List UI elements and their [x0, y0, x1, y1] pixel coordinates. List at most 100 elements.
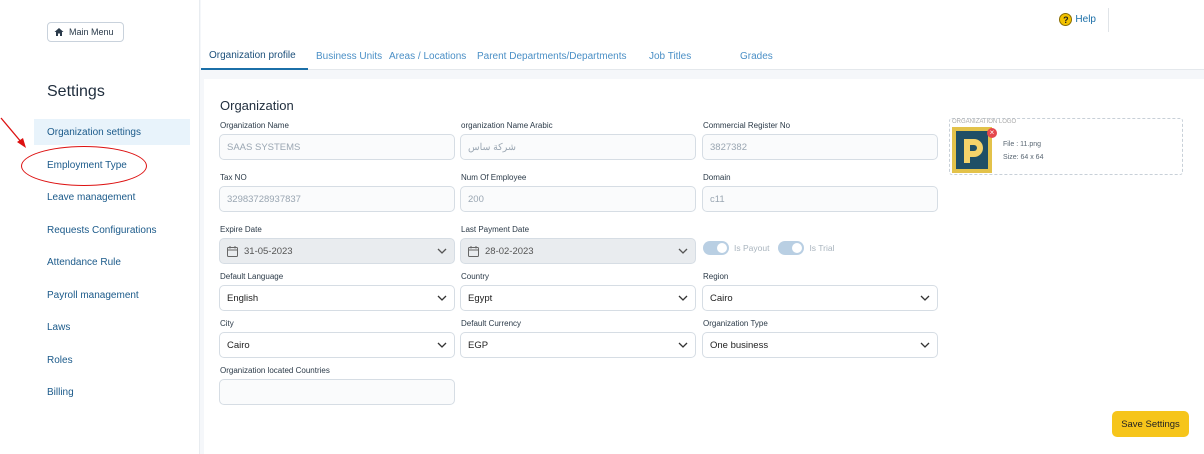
- sidebar-item-leave-management[interactable]: Leave management: [34, 184, 190, 210]
- selected-value: Cairo: [710, 292, 733, 304]
- is-trial-toggle[interactable]: [778, 241, 805, 255]
- country-label: Country: [461, 272, 490, 281]
- org-name-arabic-label: organization Name Arabic: [461, 121, 553, 130]
- region-label: Region: [703, 272, 729, 281]
- region-select[interactable]: Cairo: [702, 285, 938, 311]
- logo-file-size: Size: 64 x 64: [1003, 154, 1044, 161]
- last-payment-value: 28-02-2023: [485, 245, 534, 257]
- tab-areas-locations[interactable]: Areas / Locations: [389, 42, 477, 70]
- org-name-label: Organization Name: [220, 121, 289, 130]
- tax-no-label: Tax NO: [220, 173, 247, 182]
- help-link[interactable]: ? Help: [1059, 13, 1096, 26]
- logo-file-name: File : 11.png: [1003, 141, 1042, 148]
- calendar-icon: [227, 245, 238, 257]
- logo-image: [956, 131, 988, 169]
- chevron-down-icon: [678, 295, 688, 301]
- selected-value: One business: [710, 339, 769, 351]
- sidebar-item-roles[interactable]: Roles: [34, 347, 190, 373]
- tab-business-units[interactable]: Business Units: [308, 42, 389, 70]
- remove-logo-button[interactable]: ×: [987, 128, 997, 138]
- sidebar-item-label: Leave management: [47, 191, 136, 203]
- chevron-down-icon: [437, 248, 447, 254]
- tab-bar: Organization profile Business Units Area…: [201, 42, 800, 70]
- chevron-down-icon: [437, 295, 447, 301]
- selected-value: English: [227, 292, 259, 304]
- org-type-label: Organization Type: [703, 319, 768, 328]
- sidebar-item-label: Organization settings: [47, 126, 141, 138]
- chevron-down-icon: [678, 248, 688, 254]
- sidebar-item-label: Requests Configurations: [47, 224, 157, 236]
- is-payout-toggle[interactable]: [703, 241, 729, 255]
- sidebar-item-requests-configurations[interactable]: Requests Configurations: [34, 217, 190, 243]
- expire-date-label: Expire Date: [220, 225, 262, 234]
- logo-upload-box[interactable]: ORGANIZATION LOGO × File : 11.png Size: …: [949, 118, 1183, 175]
- city-select[interactable]: Cairo: [219, 332, 455, 358]
- tab-job-titles[interactable]: Job Titles: [649, 42, 740, 70]
- tab-departments[interactable]: Parent Departments/Departments: [477, 42, 649, 70]
- expire-date-value: 31-05-2023: [244, 245, 293, 257]
- currency-label: Default Currency: [461, 319, 522, 328]
- tax-no-input[interactable]: 32983728937837: [219, 186, 455, 212]
- toggle-group: Is Payout Is Trial: [703, 241, 834, 255]
- placeholder: 32983728937837: [227, 193, 301, 205]
- org-type-select[interactable]: One business: [702, 332, 938, 358]
- tab-label: Business Units: [316, 50, 383, 62]
- tab-grades[interactable]: Grades: [740, 42, 800, 70]
- sidebar-item-payroll-management[interactable]: Payroll management: [34, 282, 190, 308]
- help-icon: ?: [1059, 13, 1073, 26]
- currency-select[interactable]: EGP: [460, 332, 696, 358]
- logo-thumbnail: [952, 127, 992, 173]
- last-payment-input[interactable]: 28-02-2023: [460, 238, 696, 264]
- placeholder: c11: [710, 193, 725, 205]
- tab-label: Grades: [740, 50, 773, 62]
- chevron-down-icon: [920, 295, 930, 301]
- tab-organization-profile[interactable]: Organization profile: [201, 42, 308, 70]
- last-payment-label: Last Payment Date: [461, 225, 530, 234]
- tab-label: Organization profile: [209, 49, 296, 61]
- sidebar-item-laws[interactable]: Laws: [34, 314, 190, 340]
- is-trial-label: Is Trial: [809, 243, 835, 253]
- commercial-register-label: Commercial Register No: [703, 121, 791, 130]
- help-label: Help: [1075, 14, 1096, 25]
- logo-label: ORGANIZATION LOGO: [952, 119, 1017, 125]
- sidebar-item-organization-settings[interactable]: Organization settings: [34, 119, 190, 145]
- country-select[interactable]: Egypt: [460, 285, 696, 311]
- sidebar-item-attendance-rule[interactable]: Attendance Rule: [34, 249, 190, 275]
- city-label: City: [220, 319, 234, 328]
- located-countries-label: Organization located Countries: [220, 366, 330, 375]
- save-settings-button[interactable]: Save Settings: [1112, 411, 1189, 437]
- chevron-down-icon: [678, 342, 688, 348]
- is-payout-label: Is Payout: [734, 243, 770, 253]
- domain-label: Domain: [703, 173, 731, 182]
- org-name-arabic-input[interactable]: شركة ساس: [460, 134, 696, 160]
- sidebar-item-label: Roles: [47, 354, 73, 366]
- default-language-label: Default Language: [220, 272, 284, 281]
- sidebar-item-label: Billing: [47, 386, 74, 398]
- sidebar: Main Menu Settings Organization settings…: [0, 0, 200, 454]
- selected-value: Egypt: [468, 292, 493, 304]
- num-employee-label: Num Of Employee: [461, 173, 527, 182]
- selected-value: Cairo: [227, 339, 250, 351]
- org-name-input[interactable]: SAAS SYSTEMS: [219, 134, 455, 160]
- main-menu-button[interactable]: Main Menu: [47, 22, 124, 42]
- settings-title: Settings: [47, 83, 105, 100]
- save-label: Save Settings: [1121, 418, 1180, 430]
- located-countries-input[interactable]: [219, 379, 455, 405]
- default-language-select[interactable]: English: [219, 285, 455, 311]
- main-menu-label: Main Menu: [69, 27, 114, 37]
- annotation-arrow: [0, 117, 26, 148]
- selected-value: EGP: [468, 339, 489, 351]
- num-employee-input[interactable]: 200: [460, 186, 696, 212]
- calendar-icon: [468, 245, 479, 257]
- logo-mark: [964, 139, 983, 163]
- domain-input[interactable]: c11: [702, 186, 938, 212]
- home-icon: [54, 28, 64, 36]
- tab-label: Parent Departments/Departments: [477, 50, 627, 62]
- placeholder: 3827382: [710, 141, 747, 153]
- annotation-ellipse: [21, 146, 147, 186]
- sidebar-item-label: Laws: [47, 321, 71, 333]
- top-bar: ? Help Organization profile Business Uni…: [201, 0, 1204, 70]
- commercial-register-input[interactable]: 3827382: [702, 134, 938, 160]
- expire-date-input[interactable]: 31-05-2023: [219, 238, 455, 264]
- sidebar-item-billing[interactable]: Billing: [34, 379, 190, 405]
